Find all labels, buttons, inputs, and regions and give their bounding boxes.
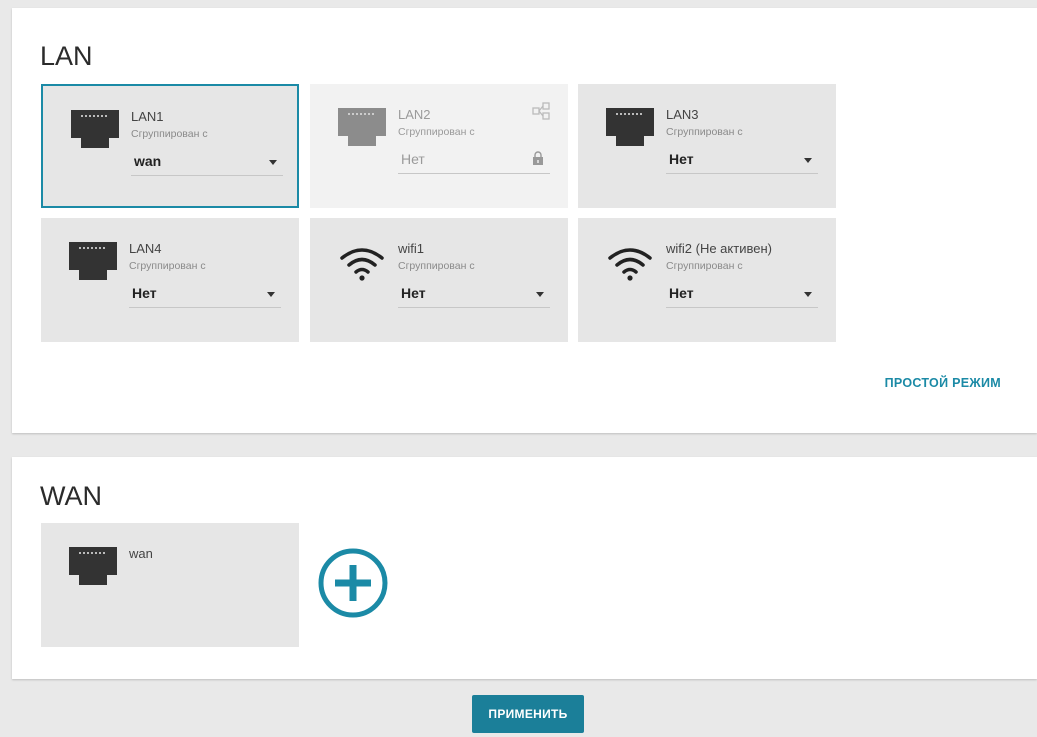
port-name: wifi2 (Не активен): [666, 241, 772, 256]
group-select-lan1[interactable]: wan: [131, 146, 283, 176]
group-select-wifi1[interactable]: Нет: [398, 278, 550, 308]
wifi-icon: [608, 248, 652, 281]
lan-title: LAN: [40, 41, 93, 71]
wan-interface-name: wan: [129, 546, 153, 561]
ethernet-port-icon: [69, 547, 117, 585]
caret-down-icon: [269, 160, 277, 165]
port-name: LAN1: [131, 109, 164, 124]
group-select-value: Нет: [669, 151, 694, 167]
port-subtitle: Сгруппирован с: [131, 128, 208, 140]
port-subtitle: Сгруппирован с: [129, 260, 206, 272]
lan-panel: LAN LAN1 Сгруппирован с wan LAN2 Сгруппи…: [12, 8, 1037, 433]
wan-interface-card[interactable]: wan: [41, 523, 299, 647]
wan-panel: WAN wan: [12, 457, 1037, 679]
caret-down-icon: [804, 158, 812, 163]
ethernet-port-icon: [606, 108, 654, 146]
ethernet-port-icon: [338, 108, 386, 146]
port-card-lan4[interactable]: LAN4 Сгруппирован с Нет: [41, 218, 299, 342]
apply-button[interactable]: ПРИМЕНИТЬ: [472, 695, 584, 733]
group-select-value: Нет: [669, 285, 694, 301]
port-subtitle: Сгруппирован с: [666, 126, 743, 138]
port-card-lan1[interactable]: LAN1 Сгруппирован с wan: [41, 84, 299, 208]
group-link-icon: [532, 102, 550, 120]
group-select-lan4[interactable]: Нет: [129, 278, 281, 308]
wan-title: WAN: [40, 481, 102, 511]
port-name: LAN3: [666, 107, 699, 122]
group-select-value: Нет: [401, 285, 426, 301]
simple-mode-link[interactable]: ПРОСТОЙ РЕЖИМ: [885, 376, 1001, 390]
caret-down-icon: [804, 292, 812, 297]
port-card-wifi1[interactable]: wifi1 Сгруппирован с Нет: [310, 218, 568, 342]
port-subtitle: Сгруппирован с: [398, 260, 475, 272]
caret-down-icon: [536, 292, 544, 297]
port-card-lan3[interactable]: LAN3 Сгруппирован с Нет: [578, 84, 836, 208]
lock-icon: [533, 151, 543, 165]
plus-circle-icon[interactable]: [317, 547, 389, 619]
group-select-lan3[interactable]: Нет: [666, 144, 818, 174]
wifi-icon: [340, 248, 384, 281]
port-subtitle: Сгруппирован с: [666, 260, 743, 272]
group-select-lan2: Нет: [398, 144, 550, 174]
port-card-lan2[interactable]: LAN2 Сгруппирован с Нет: [310, 84, 568, 208]
ethernet-port-icon: [69, 242, 117, 280]
port-subtitle: Сгруппирован с: [398, 126, 475, 138]
port-name: LAN2: [398, 107, 431, 122]
group-select-value: Нет: [401, 151, 425, 167]
ethernet-port-icon: [71, 110, 119, 148]
port-name: wifi1: [398, 241, 425, 256]
group-select-value: wan: [134, 153, 162, 169]
group-select-wifi2[interactable]: Нет: [666, 278, 818, 308]
caret-down-icon: [267, 292, 275, 297]
port-card-wifi2[interactable]: wifi2 (Не активен) Сгруппирован с Нет: [578, 218, 836, 342]
group-select-value: Нет: [132, 285, 157, 301]
port-name: LAN4: [129, 241, 162, 256]
